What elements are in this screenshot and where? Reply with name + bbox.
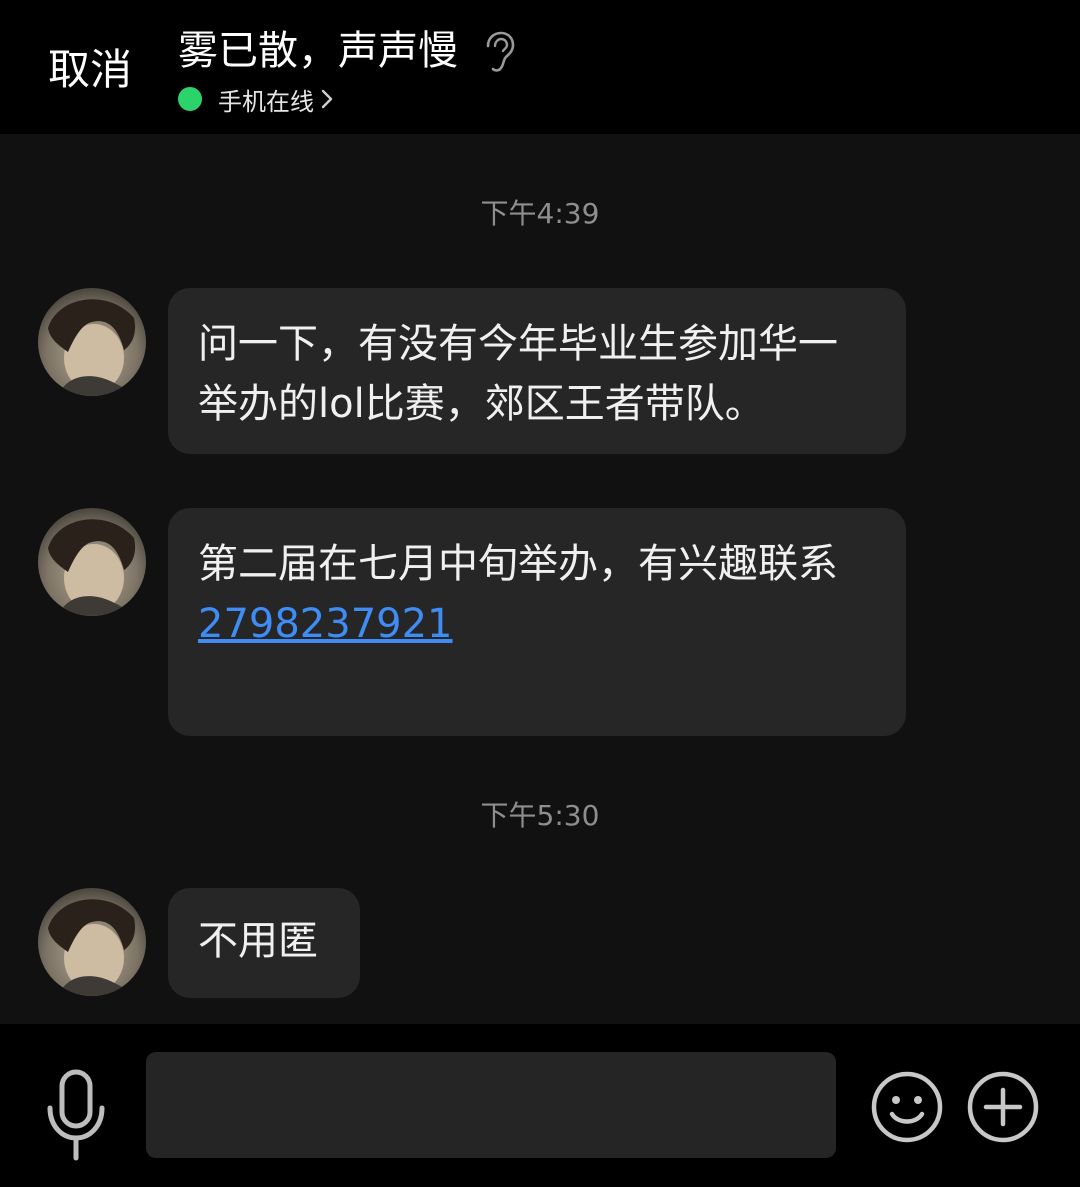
emoji-icon[interactable] bbox=[870, 1070, 944, 1144]
avatar[interactable] bbox=[38, 288, 146, 396]
online-status[interactable]: 手机在线 bbox=[178, 82, 334, 116]
message-bubble[interactable]: 不用匿 bbox=[168, 888, 360, 998]
contact-name[interactable]: 雾已散，声声慢 bbox=[178, 22, 458, 80]
message-input[interactable] bbox=[146, 1052, 836, 1158]
mic-icon[interactable] bbox=[44, 1068, 108, 1168]
ear-icon[interactable] bbox=[482, 30, 518, 74]
message-text: 不用匿 bbox=[198, 918, 318, 964]
avatar[interactable] bbox=[38, 508, 146, 616]
message-text: 第二届在七月中旬举办，有兴趣联系 bbox=[198, 541, 838, 587]
chat-header: 取消 雾已散，声声慢 手机在线 bbox=[0, 0, 1080, 134]
avatar[interactable] bbox=[38, 888, 146, 996]
plus-icon[interactable] bbox=[966, 1070, 1040, 1144]
timestamp: 下午5:30 bbox=[480, 799, 600, 832]
input-bar bbox=[0, 1024, 1080, 1187]
status-text: 手机在线 bbox=[218, 87, 314, 116]
message-bubble[interactable]: 第二届在七月中旬举办，有兴趣联系 2798237921 bbox=[168, 508, 906, 736]
message-text: 问一下，有没有今年毕业生参加华一举办的lol比赛，郊区王者带队。 bbox=[198, 321, 838, 427]
cancel-button[interactable]: 取消 bbox=[48, 40, 132, 100]
online-dot bbox=[178, 87, 202, 111]
timestamp: 下午4:39 bbox=[480, 197, 600, 230]
message-bubble[interactable]: 问一下，有没有今年毕业生参加华一举办的lol比赛，郊区王者带队。 bbox=[168, 288, 906, 454]
chevron-right-icon bbox=[321, 89, 333, 109]
message-list[interactable]: 下午4:39 问一下，有没有今年毕业生参加华一举办的lol比赛，郊区王者带队。 bbox=[0, 134, 1080, 1024]
phone-link[interactable]: 2798237921 bbox=[198, 594, 876, 654]
chat-screen: 取消 雾已散，声声慢 手机在线 下午4:39 问一下，有没有今年毕业生参加华一举… bbox=[0, 0, 1080, 1187]
